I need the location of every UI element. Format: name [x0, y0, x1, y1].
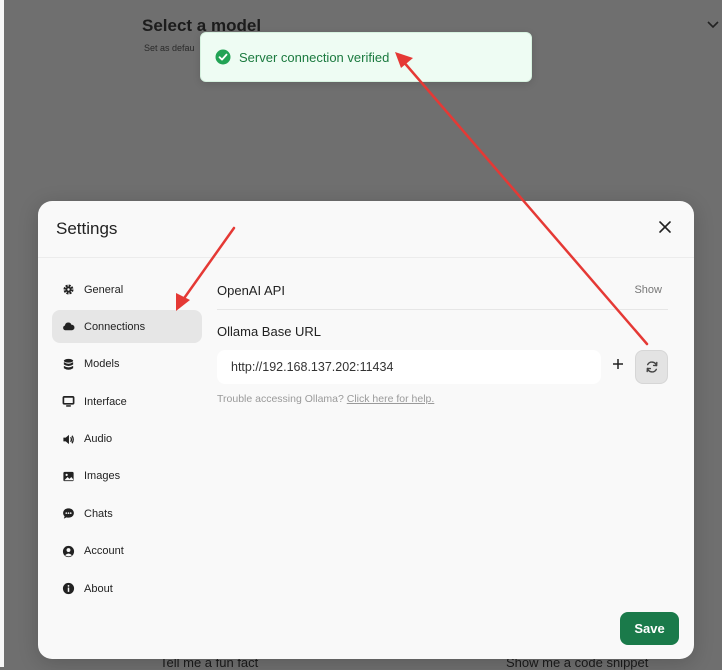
page-edge [0, 0, 4, 667]
ollama-label: Ollama Base URL [217, 324, 322, 339]
sidebar-item-label: Account [84, 545, 124, 558]
sidebar-item-label: About [84, 582, 113, 595]
sidebar-item-label: General [84, 283, 124, 296]
check-circle-icon [215, 49, 231, 65]
settings-sidebar: General Connections Models Interface Aud… [52, 273, 202, 610]
settings-modal: Settings General Connections Models Inte… [38, 201, 694, 659]
sidebar-item-chats[interactable]: Chats [52, 497, 202, 530]
sidebar-item-audio[interactable]: Audio [52, 423, 202, 456]
sidebar-item-connections[interactable]: Connections [52, 310, 202, 344]
modal-divider [38, 257, 694, 258]
sidebar-item-general[interactable]: General [52, 273, 202, 306]
sidebar-item-label: Interface [84, 395, 127, 408]
connections-panel: OpenAI API Show Ollama Base URL Trouble … [217, 273, 668, 405]
image-icon [63, 471, 74, 482]
plus-icon[interactable] [612, 358, 624, 370]
modal-title: Settings [56, 219, 118, 238]
save-button[interactable]: Save [620, 612, 679, 645]
sidebar-item-label: Chats [84, 507, 113, 520]
ollama-url-input[interactable] [217, 350, 601, 384]
monitor-icon [62, 396, 75, 407]
info-icon [62, 583, 75, 595]
sidebar-item-label: Audio [84, 433, 113, 446]
help-line: Trouble accessing Ollama? Click here for… [217, 393, 434, 405]
user-icon [62, 545, 75, 557]
set-default-link[interactable]: Set as defau [144, 43, 195, 53]
speaker-icon [63, 434, 74, 444]
refresh-icon [646, 361, 658, 373]
chevron-down-icon[interactable] [706, 18, 720, 32]
show-button[interactable]: Show [634, 284, 662, 296]
openai-section: OpenAI API Show [217, 273, 668, 310]
cloud-icon [63, 322, 75, 331]
database-icon [63, 358, 74, 370]
sidebar-item-label: Connections [84, 320, 146, 333]
sidebar-item-label: Models [84, 358, 120, 371]
openai-label: OpenAI API [217, 283, 285, 298]
help-text: Trouble accessing Ollama? [217, 393, 344, 405]
chat-icon [63, 508, 74, 519]
verify-connection-button[interactable] [635, 350, 668, 384]
help-link[interactable]: Click here for help. [347, 393, 435, 405]
sidebar-item-label: Images [84, 470, 121, 483]
gear-icon [63, 284, 74, 295]
close-icon[interactable] [658, 220, 672, 234]
sidebar-item-interface[interactable]: Interface [52, 385, 202, 418]
sidebar-item-account[interactable]: Account [52, 535, 202, 568]
success-toast: Server connection verified [200, 32, 532, 82]
toast-message: Server connection verified [239, 49, 390, 65]
sidebar-item-models[interactable]: Models [52, 348, 202, 381]
sidebar-item-images[interactable]: Images [52, 460, 202, 493]
sidebar-item-about[interactable]: About [52, 572, 202, 605]
